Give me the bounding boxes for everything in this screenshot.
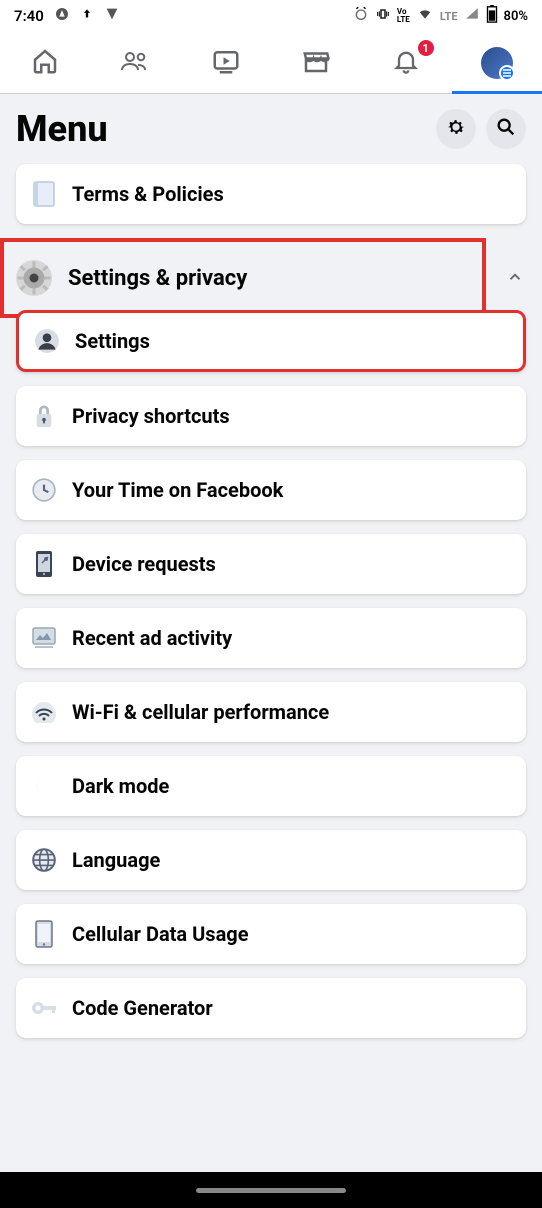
avatar — [481, 47, 513, 79]
tab-marketplace[interactable] — [271, 32, 361, 93]
settings-item[interactable]: Settings — [16, 310, 526, 372]
status-right: VoLTE LTE 80% — [353, 5, 528, 27]
settings-button[interactable] — [436, 109, 476, 149]
tab-home[interactable] — [0, 32, 90, 93]
dark-mode-item[interactable]: Dark mode — [16, 756, 526, 816]
device-requests-label: Device requests — [72, 552, 216, 576]
ad-icon — [30, 624, 58, 652]
cellular-data-item[interactable]: Cellular Data Usage — [16, 904, 526, 964]
status-left: 7:40 — [14, 6, 120, 26]
gear-icon — [445, 116, 467, 142]
language-item[interactable]: Language — [16, 830, 526, 890]
system-nav-bar — [0, 1172, 542, 1208]
wifi-cellular-label: Wi-Fi & cellular performance — [72, 700, 329, 724]
device-requests-item[interactable]: Device requests — [16, 534, 526, 594]
wifi-perf-icon — [30, 698, 58, 726]
section-gear-icon — [16, 260, 52, 296]
wifi-icon — [416, 7, 434, 25]
moon-icon — [30, 772, 58, 800]
privacy-shortcuts-label: Privacy shortcuts — [72, 404, 230, 428]
your-time-item[interactable]: Your Time on Facebook — [16, 460, 526, 520]
menu-badge-icon — [499, 65, 515, 81]
marketplace-icon — [301, 46, 331, 80]
phone-icon — [30, 550, 58, 578]
settings-privacy-label: Settings & privacy — [68, 266, 466, 291]
signal-icon — [464, 7, 480, 25]
tab-bar: 1 — [0, 32, 542, 94]
friends-icon — [119, 46, 151, 80]
status-time: 7:40 — [14, 7, 44, 25]
watch-icon — [211, 46, 241, 80]
policies-icon — [30, 180, 58, 208]
code-generator-item[interactable]: Code Generator — [16, 978, 526, 1038]
page-title: Menu — [16, 108, 108, 150]
tab-notifications[interactable]: 1 — [361, 32, 451, 93]
settings-privacy-section[interactable]: Settings & privacy — [0, 238, 486, 318]
recent-ad-label: Recent ad activity — [72, 626, 232, 650]
menu-header: Menu — [0, 94, 542, 164]
upload-icon — [80, 6, 94, 26]
settings-label: Settings — [75, 329, 150, 353]
status-app-icon-1 — [54, 6, 70, 26]
settings-icon — [33, 327, 61, 355]
home-icon — [30, 46, 60, 80]
status-app-icon-2 — [104, 6, 120, 26]
language-label: Language — [72, 848, 160, 872]
tab-watch[interactable] — [181, 32, 271, 93]
cellular-data-label: Cellular Data Usage — [72, 922, 249, 946]
notif-badge: 1 — [418, 40, 434, 56]
terms-policies-item[interactable]: Terms & Policies — [16, 164, 526, 224]
tab-friends[interactable] — [90, 32, 180, 93]
cellular-icon — [30, 920, 58, 948]
lock-icon — [30, 402, 58, 430]
clock-icon — [30, 476, 58, 504]
volte-label: VoLTE — [397, 8, 410, 24]
vibrate-icon — [375, 6, 391, 26]
network-type-label: LTE — [440, 10, 458, 23]
search-button[interactable] — [486, 109, 526, 149]
your-time-label: Your Time on Facebook — [72, 478, 283, 502]
content: Terms & Policies Settings & privacy Sett… — [0, 164, 542, 1038]
battery-icon — [486, 5, 498, 27]
dark-mode-label: Dark mode — [72, 774, 169, 798]
status-bar: 7:40 VoLTE LTE 80% — [0, 0, 542, 32]
chevron-up-icon[interactable] — [506, 268, 524, 290]
alarm-icon — [353, 6, 369, 26]
code-generator-label: Code Generator — [72, 996, 213, 1020]
terms-policies-label: Terms & Policies — [72, 182, 224, 206]
battery-percentage: 80% — [504, 9, 528, 24]
recent-ad-item[interactable]: Recent ad activity — [16, 608, 526, 668]
search-icon — [495, 116, 517, 142]
globe-icon — [30, 846, 58, 874]
key-icon — [30, 994, 58, 1022]
bell-icon — [392, 47, 420, 79]
nav-pill[interactable] — [196, 1188, 346, 1193]
privacy-shortcuts-item[interactable]: Privacy shortcuts — [16, 386, 526, 446]
wifi-cellular-item[interactable]: Wi-Fi & cellular performance — [16, 682, 526, 742]
tab-menu[interactable] — [452, 32, 542, 93]
